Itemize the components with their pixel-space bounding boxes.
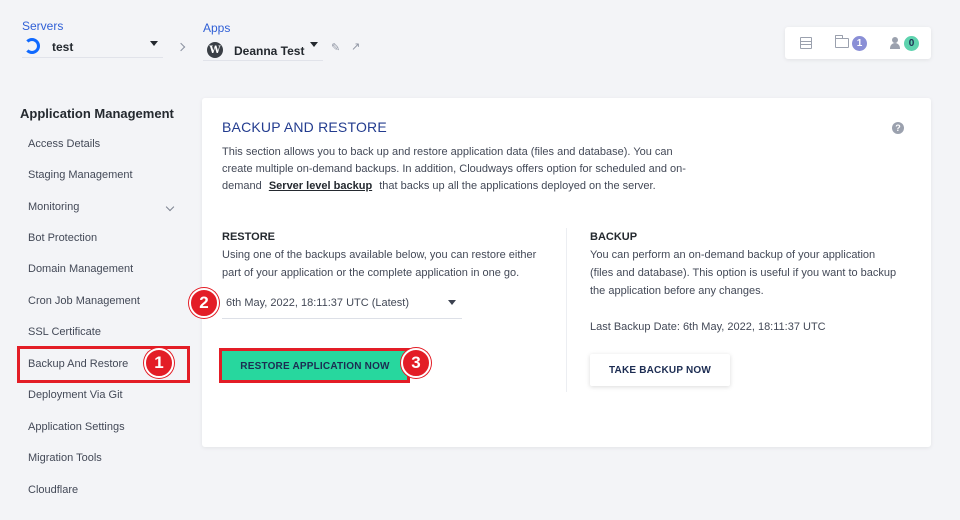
projects-status[interactable]: 1: [834, 27, 867, 59]
external-link-icon[interactable]: ↗: [351, 40, 360, 53]
restore-title: RESTORE: [222, 231, 275, 243]
restore-text-line: Using one of the backups available below…: [222, 249, 537, 261]
team-count-badge: 0: [904, 35, 919, 51]
description-line: This section allows you to back up and r…: [222, 146, 673, 158]
sidebar-title: Application Management: [20, 106, 174, 121]
wordpress-logo-icon: W: [207, 42, 223, 58]
take-backup-button[interactable]: TAKE BACKUP NOW: [590, 354, 730, 386]
last-backup-date: Last Backup Date: 6th May, 2022, 18:11:3…: [590, 321, 826, 333]
server-level-backup-link[interactable]: Server level backup: [269, 180, 372, 192]
sidebar-item-migration-tools[interactable]: Migration Tools: [28, 450, 102, 466]
sidebar-item-staging-management[interactable]: Staging Management: [28, 167, 133, 183]
chevron-down-icon: [150, 41, 158, 46]
chevron-down-icon[interactable]: [165, 202, 175, 212]
sidebar-item-cron-job-management[interactable]: Cron Job Management: [28, 293, 140, 309]
status-panel: 1 0: [785, 27, 931, 59]
projects-count-badge: 1: [852, 35, 867, 51]
edit-icon[interactable]: ✎: [331, 41, 340, 54]
backup-select[interactable]: 6th May, 2022, 18:11:37 UTC (Latest): [222, 291, 462, 319]
backup-restore-card: BACKUP AND RESTORE ? This section allows…: [202, 98, 931, 447]
annotation-highlight-restore-button: [219, 348, 410, 383]
section-description: This section allows you to back up and r…: [222, 144, 722, 195]
sidebar-item-monitoring[interactable]: Monitoring: [28, 199, 79, 215]
description-suffix: that backs up all the applications deplo…: [379, 180, 656, 192]
description-line: demand Server level backup that backs up…: [222, 178, 722, 195]
backup-text-line: the application before any changes.: [590, 285, 764, 297]
restore-text-line: part of your application or the complete…: [222, 267, 520, 279]
app-select[interactable]: W Deanna Test: [203, 37, 323, 61]
sidebar-item-ssl-certificate[interactable]: SSL Certificate: [28, 324, 101, 340]
team-status[interactable]: 0: [889, 27, 919, 59]
sidebar-item-application-settings[interactable]: Application Settings: [28, 419, 125, 435]
sidebar-item-domain-management[interactable]: Domain Management: [28, 261, 133, 277]
annotation-step-2: 2: [189, 288, 219, 318]
app-select-value: Deanna Test: [234, 44, 305, 58]
servers-label: Servers: [22, 19, 64, 33]
description-line: create multiple on-demand backups. In ad…: [222, 163, 686, 175]
servers-status[interactable]: [800, 27, 812, 59]
page-title: BACKUP AND RESTORE: [222, 119, 387, 135]
backup-text-line: You can perform an on-demand backup of y…: [590, 249, 876, 261]
chevron-right-icon: [176, 42, 186, 52]
backup-select-value: 6th May, 2022, 18:11:37 UTC (Latest): [226, 297, 410, 309]
digitalocean-logo-icon: [24, 38, 40, 54]
folder-icon: [834, 35, 849, 48]
backup-description: You can perform an on-demand backup of y…: [590, 246, 920, 300]
user-icon: [889, 37, 901, 49]
annotation-step-3: 3: [401, 348, 431, 378]
backup-text-line: (files and database). This option is use…: [590, 267, 897, 279]
sidebar-item-access-details[interactable]: Access Details: [28, 136, 100, 152]
restore-description: Using one of the backups available below…: [222, 246, 562, 282]
server-icon: [800, 37, 812, 49]
annotation-step-1: 1: [144, 348, 174, 378]
sidebar-item-cloudflare[interactable]: Cloudflare: [28, 482, 78, 498]
description-prefix: demand: [222, 180, 262, 192]
chevron-down-icon: [310, 42, 318, 47]
help-icon[interactable]: ?: [892, 122, 904, 134]
chevron-down-icon: [448, 300, 456, 305]
sidebar-item-bot-protection[interactable]: Bot Protection: [28, 230, 97, 246]
apps-label: Apps: [203, 21, 231, 35]
server-select[interactable]: test: [22, 34, 163, 58]
backup-title: BACKUP: [590, 231, 638, 243]
sidebar-item-deployment-via-git[interactable]: Deployment Via Git: [28, 387, 123, 403]
divider: [566, 228, 567, 392]
server-select-value: test: [52, 40, 74, 54]
